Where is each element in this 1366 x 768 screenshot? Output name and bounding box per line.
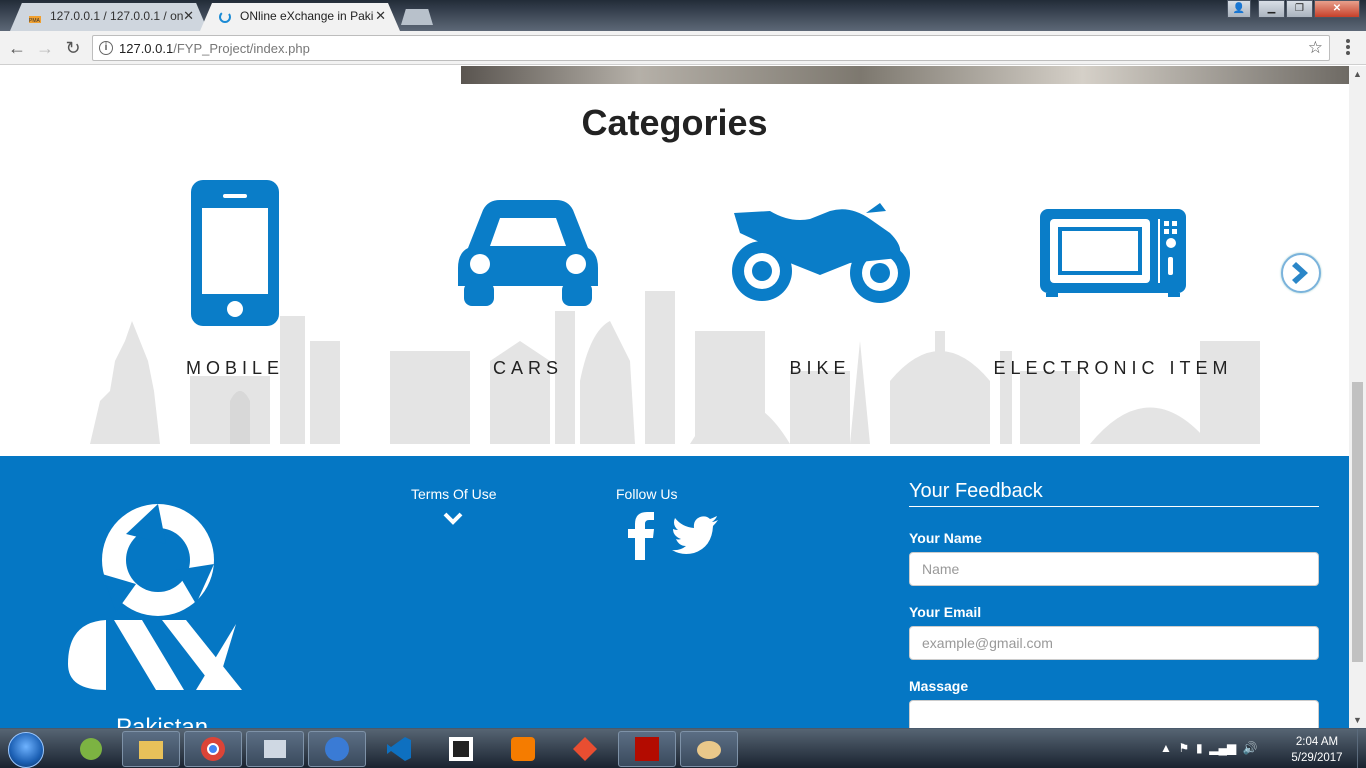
windows-taskbar: ▲ ⚑ ▮ ▂▄▆ 🔊 2:04 AM 5/29/2017 [0, 728, 1366, 768]
category-label: BIKE [789, 358, 851, 378]
show-desktop-button[interactable] [1357, 729, 1366, 768]
microwave-icon [1040, 209, 1186, 297]
clock[interactable]: 2:04 AM 5/29/2017 [1284, 734, 1350, 766]
close-icon[interactable]: ✕ [375, 3, 386, 29]
url-host: 127.0.0.1 [119, 41, 174, 56]
categories-title: Categories [581, 102, 768, 143]
scroll-thumb[interactable] [1352, 382, 1363, 662]
hero-image [461, 66, 1349, 84]
url-text: 127.0.0.1/FYP_Project/index.php [119, 41, 310, 56]
feedback-divider [909, 506, 1319, 507]
file-explorer-icon[interactable] [122, 731, 180, 767]
category-label: CARS [492, 358, 563, 378]
close-window-button[interactable]: ✕ [1314, 0, 1360, 18]
browser-titlebar: PMA 127.0.0.1 / 127.0.0.1 / on ✕ ONline … [0, 0, 1366, 31]
facebook-icon[interactable] [627, 512, 655, 560]
start-button[interactable] [8, 732, 44, 768]
back-icon[interactable]: ← [6, 37, 28, 59]
onx-loading-icon [219, 11, 231, 23]
carousel-next-button[interactable] [1281, 253, 1321, 293]
android-studio-icon[interactable] [62, 731, 120, 767]
maximize-button[interactable]: ❐ [1286, 0, 1313, 18]
scroll-up-arrow[interactable]: ▲ [1353, 69, 1362, 79]
globe-icon[interactable] [308, 731, 366, 767]
xampp-icon[interactable] [494, 731, 552, 767]
site-footer: Pakistan Terms Of Use Follow Us Your Fee… [0, 456, 1349, 728]
category-cars[interactable]: CARS [398, 178, 658, 379]
page-scrollbar[interactable]: ▲ ▼ [1349, 66, 1366, 728]
new-tab-button[interactable] [401, 9, 433, 25]
phpmyadmin-icon: PMA [29, 16, 41, 24]
svg-text:PMA: PMA [29, 18, 41, 24]
url-path: /FYP_Project/index.php [173, 41, 310, 56]
visual-studio-icon[interactable] [370, 731, 428, 767]
tab-phpmyadmin[interactable]: PMA 127.0.0.1 / 127.0.0.1 / on ✕ [10, 3, 208, 31]
tab-label: 127.0.0.1 / 127.0.0.1 / on [50, 9, 184, 23]
minimize-button[interactable]: ▁ [1258, 0, 1285, 18]
system-tray[interactable]: ▲ ⚑ ▮ ▂▄▆ 🔊 [1160, 741, 1258, 755]
message-field[interactable] [909, 700, 1319, 728]
git-icon[interactable] [556, 731, 614, 767]
twitter-icon[interactable] [672, 516, 718, 554]
category-label: MOBILE [185, 358, 285, 378]
close-icon[interactable]: ✕ [183, 3, 194, 29]
feedback-title: Your Feedback [909, 480, 1043, 502]
motorbike-icon [732, 203, 910, 303]
tab-label: ONline eXchange in Paki [240, 9, 374, 23]
logo-country: Pakistan [116, 714, 209, 728]
chevron-down-icon[interactable] [443, 512, 463, 526]
reload-icon[interactable]: ↻ [62, 37, 84, 59]
tab-onx[interactable]: ONline eXchange in Paki ✕ [200, 3, 400, 31]
email-field[interactable] [909, 626, 1319, 660]
mobile-phone-icon [191, 180, 279, 326]
page-viewport: Categories MOBILE CARS BIKE ELECTRONIC I… [0, 66, 1349, 728]
message-label: Massage [909, 678, 969, 694]
terms-of-use-link[interactable]: Terms Of Use [411, 486, 497, 502]
onx-logo [68, 504, 242, 690]
bookmark-star-icon[interactable]: ☆ [1308, 38, 1323, 58]
category-mobile[interactable]: MOBILE [105, 178, 365, 379]
forward-icon[interactable]: → [34, 37, 56, 59]
clock-date: 5/29/2017 [1291, 752, 1343, 764]
acrobat-icon[interactable] [618, 731, 676, 767]
email-label: Your Email [909, 604, 982, 620]
menu-icon[interactable] [1344, 39, 1352, 57]
category-bike[interactable]: BIKE [690, 178, 950, 379]
address-bar[interactable]: i 127.0.0.1/FYP_Project/index.php ☆ [92, 35, 1330, 61]
name-label: Your Name [909, 530, 982, 546]
category-electronic-item[interactable]: ELECTRONIC ITEM [983, 178, 1243, 379]
browser-toolbar: ← → ↻ i 127.0.0.1/FYP_Project/index.php … [0, 31, 1366, 65]
car-icon [458, 200, 598, 306]
scroll-down-arrow[interactable]: ▼ [1353, 715, 1362, 725]
chrome-icon[interactable] [184, 731, 242, 767]
clock-time: 2:04 AM [1295, 736, 1339, 748]
brackets-icon[interactable] [432, 731, 490, 767]
name-field[interactable] [909, 552, 1319, 586]
user-icon[interactable]: 👤 [1227, 0, 1251, 18]
follow-us-heading: Follow Us [616, 486, 678, 502]
chevron-right-icon [1292, 262, 1308, 284]
paint-icon[interactable] [680, 731, 738, 767]
category-label: ELECTRONIC ITEM [993, 358, 1233, 378]
task-manager-icon[interactable] [246, 731, 304, 767]
info-icon[interactable]: i [99, 41, 113, 55]
